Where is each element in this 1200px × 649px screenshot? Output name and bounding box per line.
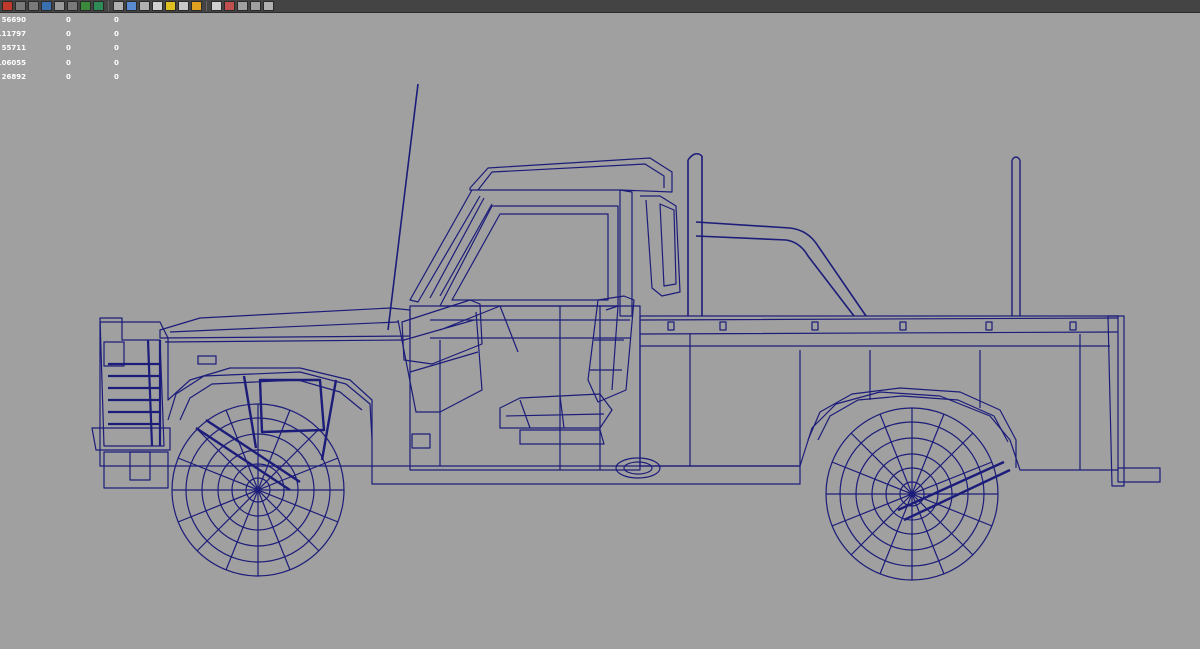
rear-antenna [1011,156,1021,316]
toolbar-separator [206,1,207,11]
hud-value: 0 [66,30,71,39]
hud-value: 56690 [1,16,26,24]
snorkel-pipe [687,152,703,316]
shadow-icon[interactable] [191,1,202,11]
door-lines [430,306,630,470]
film-gate-icon[interactable] [28,1,39,11]
bed-tie-downs [667,321,1077,331]
lower-plate [103,451,169,489]
xray-icon[interactable] [211,1,222,11]
viewport-panel-toolbar [0,0,1200,13]
lighting-icon[interactable] [165,1,176,11]
cab-roof [469,157,673,193]
hud-value: 0 [66,72,71,81]
grille-bars [108,339,162,447]
hood-line [164,321,406,343]
default-material-icon[interactable] [139,1,150,11]
hud-row-faces: 55711 0 0 [0,41,130,55]
hud-value: 55711 [1,44,26,53]
xray-joints-icon[interactable] [224,1,235,11]
hud-value: 106055 [0,58,26,67]
close-icon[interactable] [2,1,13,11]
hud-value: 0 [66,16,71,24]
seat-back [587,295,635,403]
fuel-cap [615,457,661,479]
seat-cushion [499,393,613,429]
hud-row-tris: 106055 0 0 [0,56,130,70]
poly-count-hud: 56690 0 0 111797 0 0 55711 0 0 106055 0 … [0,13,130,84]
resolution-gate-icon[interactable] [54,1,65,11]
hud-value: 0 [114,16,119,24]
hud-value: 0 [114,72,119,81]
hud-value: 0 [66,58,71,67]
windshield-frame [409,189,481,303]
side-marker [197,355,217,365]
checker-icon[interactable] [152,1,163,11]
camera-icon[interactable] [41,1,52,11]
fuel-cap-inner [623,461,653,475]
hud-value: 0 [114,58,119,67]
wireframe-icon[interactable] [113,1,124,11]
door-panel [409,305,641,471]
bed-lines [689,334,1081,470]
door-window [439,205,619,307]
sphere-icon[interactable] [178,1,189,11]
cube-icon[interactable] [250,1,261,11]
grille-guard [99,317,165,447]
hud-value: 0 [66,44,71,53]
backface-icon[interactable] [237,1,248,11]
door-handle [411,433,431,449]
hud-value: 0 [114,30,119,39]
rocker-panel [371,465,801,485]
seat-cushion-detail [505,395,605,429]
bed-side [639,315,1119,471]
hud-row-uvs: 26892 0 0 [0,70,130,84]
isolate-select-icon[interactable] [80,1,91,11]
bed-rail [639,317,1119,347]
pickup-truck-wireframe [91,83,1161,581]
tailgate [1107,315,1125,487]
door-window-inner [451,213,609,301]
headlight [103,341,125,367]
roll-bar [695,221,867,317]
maya-viewport-window: 56690 0 0 111797 0 0 55711 0 0 106055 0 … [0,0,1200,649]
hud-row-edges: 111797 0 0 [0,27,130,41]
hud-value: 26892 [1,72,26,81]
hud-value: 0 [114,44,119,53]
cab-roof-inner [477,163,665,191]
hud-value: 111797 [0,30,26,39]
smooth-shade-icon[interactable] [126,1,137,11]
rear-cab-window [659,203,677,287]
grid-icon[interactable] [15,1,26,11]
wireframe-viewport[interactable] [0,14,1200,649]
toolbar-separator [108,1,109,11]
safe-frame-icon[interactable] [67,1,78,11]
seat-base [519,429,605,445]
share-icon[interactable] [263,1,274,11]
hud-row-verts: 56690 0 0 [0,13,130,27]
rear-wheel [825,407,999,581]
texture-icon[interactable] [93,1,104,11]
